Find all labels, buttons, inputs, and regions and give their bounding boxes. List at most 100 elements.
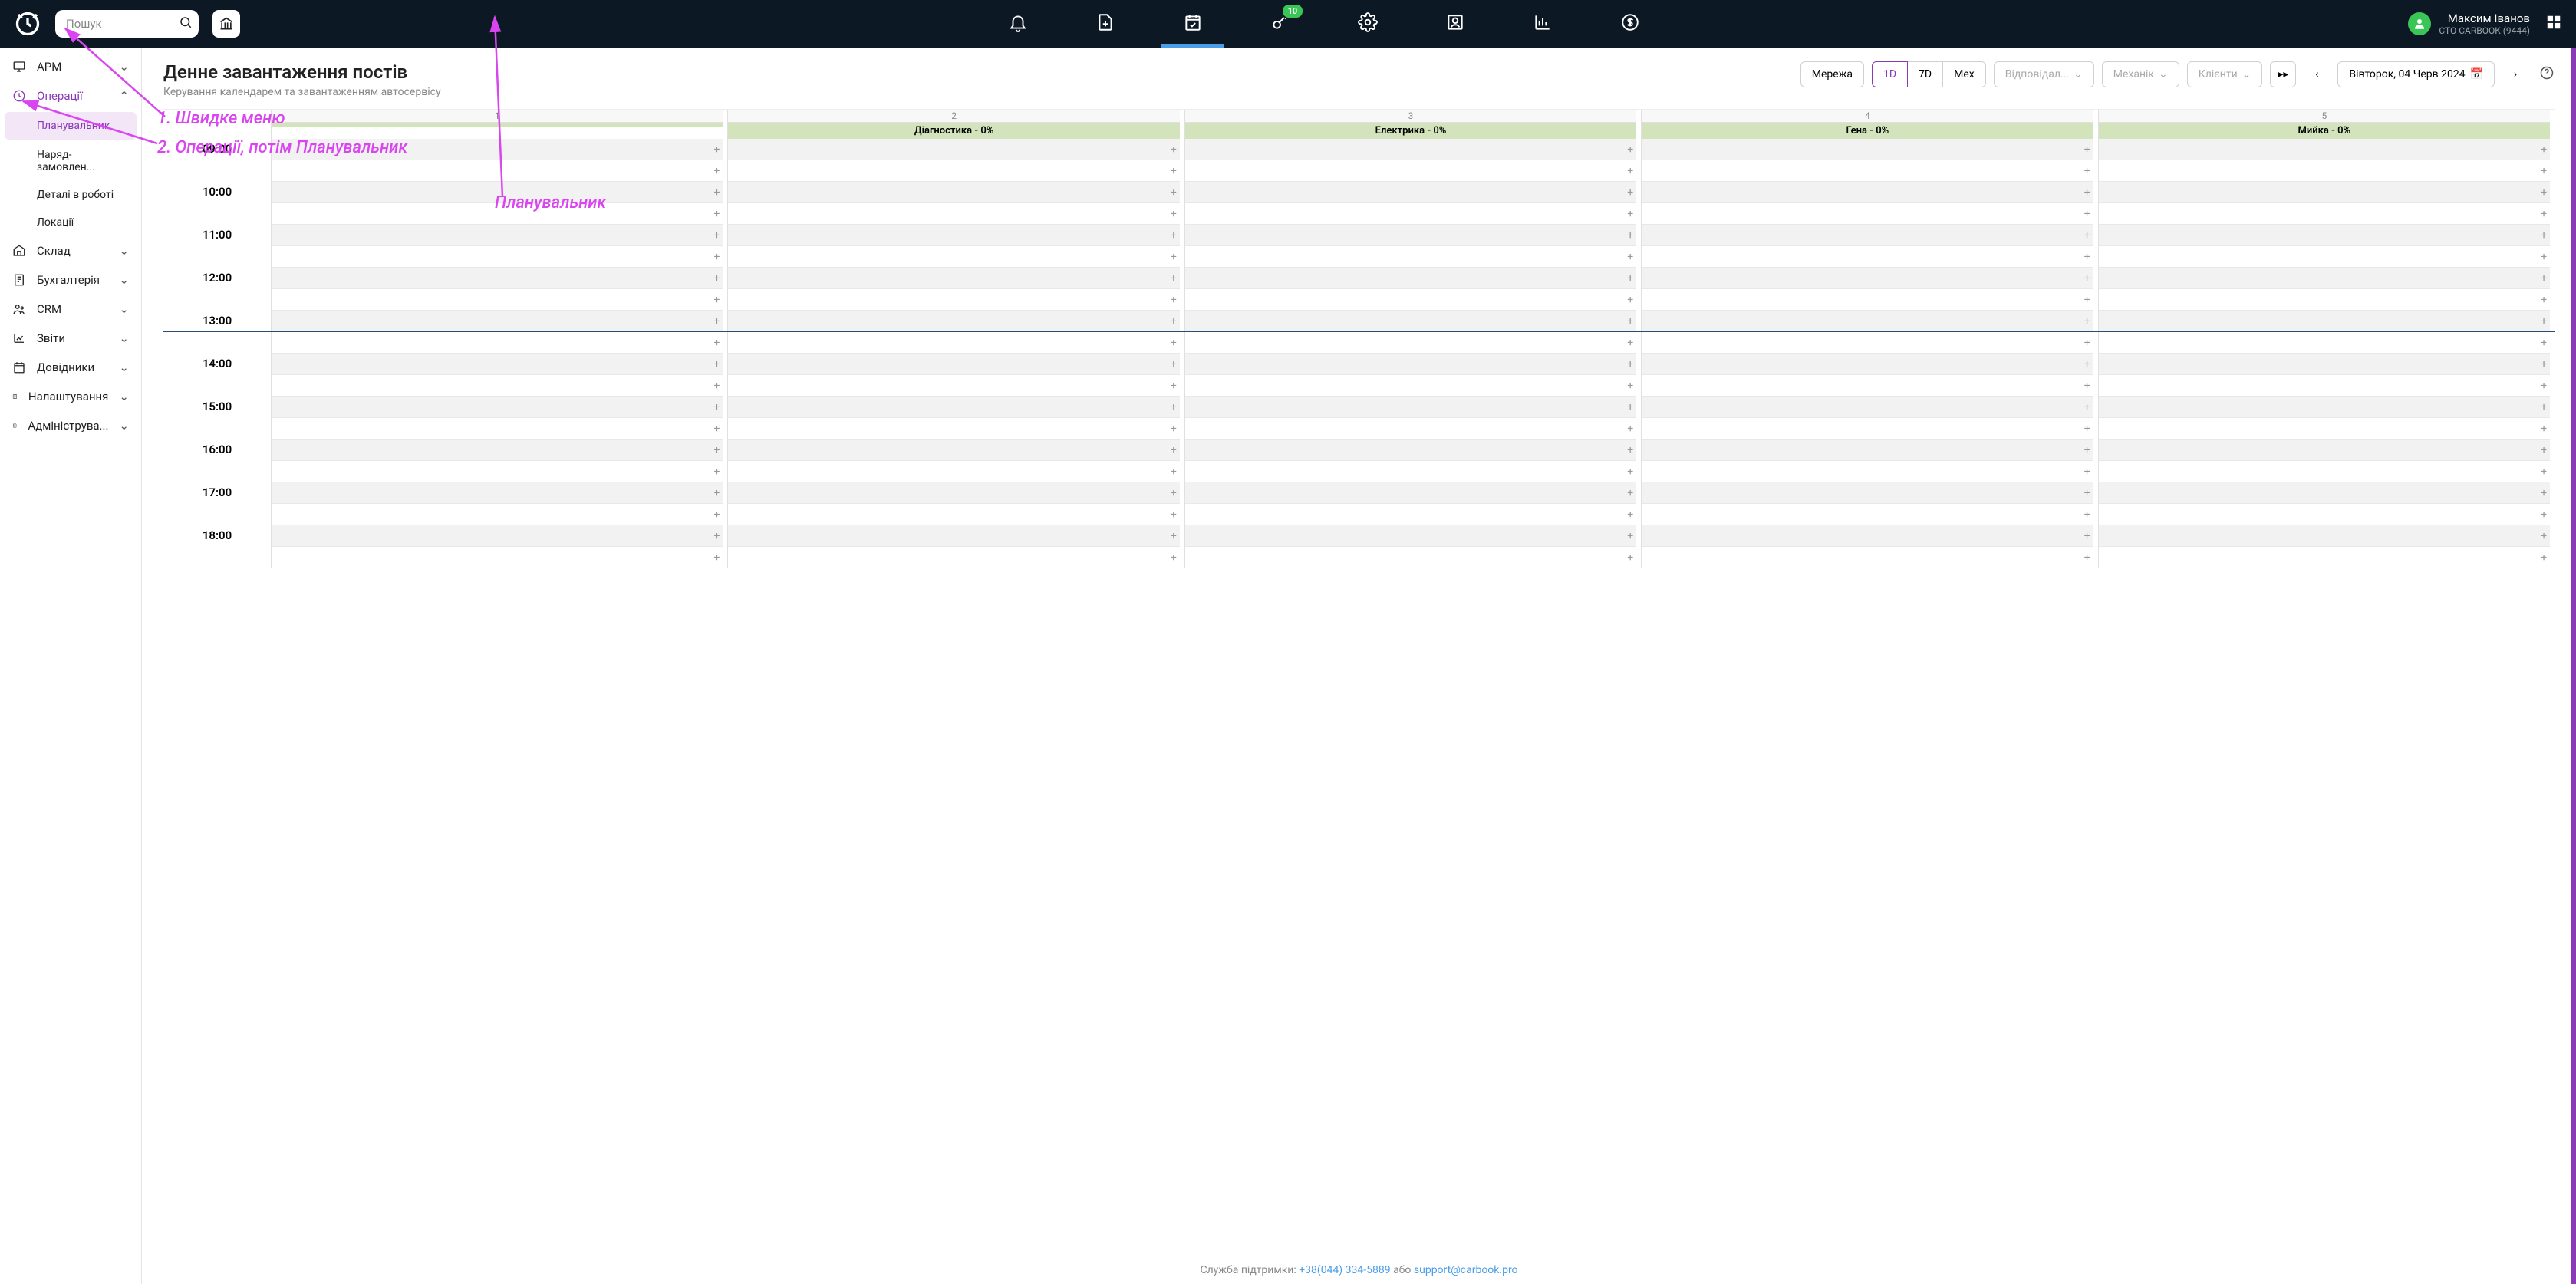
sidebar-item-admin[interactable]: Адмініструва... ⌄ [0,411,141,440]
add-slot-button[interactable]: + [1171,144,1177,155]
schedule-cell[interactable]: ++ [727,397,1179,440]
add-slot-button[interactable]: + [713,209,720,219]
clients-select[interactable]: Клієнти ⌄ [2187,61,2263,87]
responsible-select[interactable]: Відповідал... ⌄ [1994,61,2094,87]
schedule-body[interactable]: 09:00++++++++++10:00++++++++++11:00+++++… [163,139,2555,1256]
add-slot-button[interactable]: + [1627,531,1633,542]
add-slot-button[interactable]: + [1171,252,1177,262]
sidebar-item-settings[interactable]: Налаштування ⌄ [0,382,141,411]
schedule-cell[interactable]: ++ [1184,268,1636,311]
key-icon[interactable]: 10 [1264,2,1296,46]
add-slot-button[interactable]: + [2541,466,2547,477]
schedule-cell[interactable]: ++ [1641,225,2093,268]
add-slot-button[interactable]: + [2084,423,2090,434]
add-slot-button[interactable]: + [2084,488,2090,499]
view-7d-button[interactable]: 7D [1907,61,1943,87]
add-slot-button[interactable]: + [713,337,720,348]
add-slot-button[interactable]: + [713,273,720,284]
add-slot-button[interactable]: + [713,144,720,155]
schedule-cell[interactable]: ++ [1641,139,2093,182]
fast-forward-button[interactable]: ▸▸ [2270,61,2296,87]
add-slot-button[interactable]: + [1171,380,1177,391]
schedule-cell[interactable]: ++ [2098,354,2550,397]
schedule-cell[interactable]: ++ [271,440,723,482]
schedule-cell[interactable]: ++ [727,139,1179,182]
schedule-cell[interactable]: ++ [727,525,1179,568]
add-slot-button[interactable]: + [2084,209,2090,219]
sidebar-sub-locations[interactable]: Локації [0,209,141,236]
add-slot-button[interactable]: + [2541,359,2547,370]
add-slot-button[interactable]: + [1627,144,1633,155]
chart-icon[interactable] [1527,2,1559,46]
add-slot-button[interactable]: + [2084,380,2090,391]
add-slot-button[interactable]: + [1627,423,1633,434]
schedule-cell[interactable]: ++ [271,182,723,225]
schedule-cell[interactable]: ++ [1184,311,1636,354]
schedule-cell[interactable]: ++ [1641,354,2093,397]
schedule-cell[interactable]: ++ [1184,354,1636,397]
schedule-cell[interactable]: ++ [1184,182,1636,225]
add-slot-button[interactable]: + [1171,230,1177,241]
add-slot-button[interactable]: + [1627,209,1633,219]
help-icon[interactable] [2539,65,2555,84]
schedule-cell[interactable]: ++ [727,311,1179,354]
view-mex-button[interactable]: Мех [1942,61,1986,87]
add-slot-button[interactable]: + [713,445,720,456]
add-slot-button[interactable]: + [2541,209,2547,219]
add-slot-button[interactable]: + [1171,423,1177,434]
add-slot-button[interactable]: + [713,509,720,520]
mechanic-select[interactable]: Механік ⌄ [2102,61,2179,87]
schedule-cell[interactable]: ++ [727,440,1179,482]
add-slot-button[interactable]: + [2084,295,2090,305]
add-slot-button[interactable]: + [2541,166,2547,176]
add-slot-button[interactable]: + [1627,552,1633,563]
add-slot-button[interactable]: + [2541,488,2547,499]
schedule-cell[interactable]: ++ [1184,440,1636,482]
schedule-cell[interactable]: ++ [1184,225,1636,268]
add-slot-button[interactable]: + [1627,230,1633,241]
date-picker[interactable]: Вівторок, 04 Черв 2024 📅 [2337,61,2495,87]
schedule-cell[interactable]: ++ [1641,182,2093,225]
logo-icon[interactable] [14,10,41,38]
add-slot-button[interactable]: + [1171,209,1177,219]
add-slot-button[interactable]: + [2084,187,2090,198]
schedule-cell[interactable]: ++ [1184,139,1636,182]
add-slot-button[interactable]: + [2084,359,2090,370]
add-slot-button[interactable]: + [1627,509,1633,520]
add-slot-button[interactable]: + [2084,552,2090,563]
schedule-cell[interactable]: ++ [1641,397,2093,440]
add-slot-button[interactable]: + [1627,273,1633,284]
add-slot-button[interactable]: + [713,187,720,198]
add-slot-button[interactable]: + [2084,337,2090,348]
add-slot-button[interactable]: + [2541,423,2547,434]
add-slot-button[interactable]: + [1171,337,1177,348]
search-input[interactable] [55,10,199,38]
add-slot-button[interactable]: + [1171,488,1177,499]
schedule-cell[interactable]: ++ [2098,525,2550,568]
schedule-cell[interactable]: ++ [2098,139,2550,182]
add-slot-button[interactable]: + [713,531,720,542]
add-slot-button[interactable]: + [713,552,720,563]
search-button[interactable] [179,15,193,32]
next-day-button[interactable]: › [2502,61,2528,87]
gear-icon[interactable] [1352,2,1384,46]
apps-icon[interactable] [2545,14,2562,34]
calendar-check-icon[interactable] [1177,2,1209,46]
schedule-cell[interactable]: ++ [271,354,723,397]
schedule-cell[interactable]: ++ [1641,482,2093,525]
add-slot-button[interactable]: + [713,166,720,176]
sidebar-item-operations[interactable]: Операції ⌃ [0,81,141,110]
add-slot-button[interactable]: + [2084,166,2090,176]
schedule-cell[interactable]: ++ [2098,397,2550,440]
add-slot-button[interactable]: + [2084,316,2090,327]
network-button[interactable]: Мережа [1800,61,1864,87]
add-slot-button[interactable]: + [2541,230,2547,241]
add-slot-button[interactable]: + [2541,402,2547,413]
add-slot-button[interactable]: + [1171,295,1177,305]
new-doc-icon[interactable] [1089,2,1122,46]
schedule-cell[interactable]: ++ [2098,182,2550,225]
schedule-cell[interactable]: ++ [271,139,723,182]
add-slot-button[interactable]: + [1627,166,1633,176]
contact-icon[interactable] [1439,2,1471,46]
add-slot-button[interactable]: + [1627,445,1633,456]
